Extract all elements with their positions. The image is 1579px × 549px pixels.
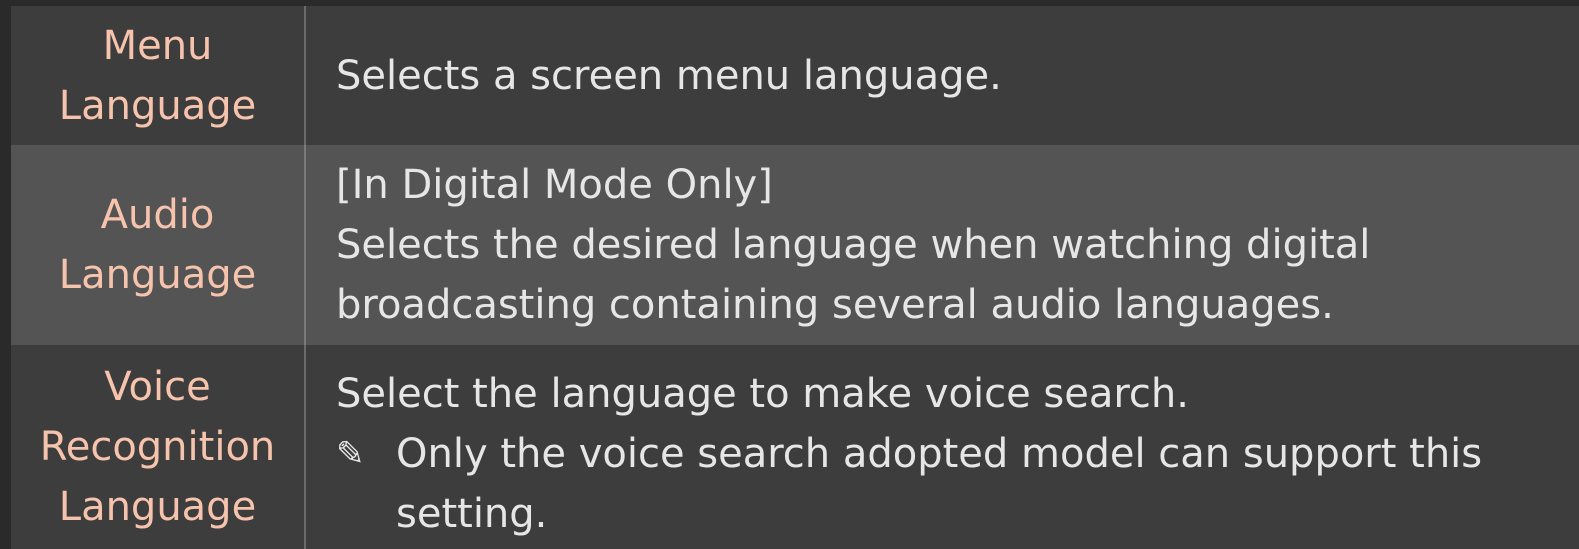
option-description-voice-recognition-language: Select the language to make voice search… bbox=[306, 345, 1579, 549]
option-label-line: Menu bbox=[102, 22, 213, 69]
table-row-menu-language: Menu Language Selects a screen menu lang… bbox=[11, 6, 1579, 145]
note: ✎ Only the voice search adopted model ca… bbox=[336, 424, 1579, 544]
option-label-voice-recognition-language: Voice Recognition Language bbox=[11, 345, 306, 549]
note-line: setting. bbox=[396, 491, 548, 537]
option-label-line: Voice bbox=[104, 364, 211, 410]
option-label-line: Audio bbox=[100, 192, 215, 238]
option-label-audio-language: Audio Language bbox=[11, 145, 306, 345]
option-description-audio-language: [In Digital Mode Only] Selects the desir… bbox=[306, 145, 1579, 345]
table-row-voice-recognition-language: Voice Recognition Language Select the la… bbox=[11, 345, 1579, 549]
description-line: Selects the desired language when watchi… bbox=[336, 222, 1371, 268]
language-settings-table: Menu Language Selects a screen menu lang… bbox=[11, 6, 1579, 549]
option-label-line: Recognition bbox=[39, 424, 276, 470]
table-row-audio-language: Audio Language [In Digital Mode Only] Se… bbox=[11, 145, 1579, 345]
note-text: Only the voice search adopted model can … bbox=[396, 424, 1579, 544]
option-label-line: Language bbox=[58, 484, 257, 530]
option-label-menu-language: Menu Language bbox=[11, 6, 306, 145]
option-description-menu-language: Selects a screen menu language. bbox=[306, 6, 1579, 145]
description-line: Selects a screen menu language. bbox=[336, 52, 1002, 99]
description-line: [In Digital Mode Only] bbox=[336, 162, 773, 208]
description-line: Select the language to make voice search… bbox=[336, 371, 1189, 417]
option-label-line: Language bbox=[58, 82, 257, 129]
description-line: broadcasting containing several audio la… bbox=[336, 282, 1334, 328]
pencil-note-icon: ✎ bbox=[336, 434, 365, 474]
option-label-line: Language bbox=[58, 252, 257, 298]
note-line: Only the voice search adopted model can … bbox=[396, 431, 1483, 477]
settings-help-screen: Menu Language Selects a screen menu lang… bbox=[0, 0, 1579, 549]
